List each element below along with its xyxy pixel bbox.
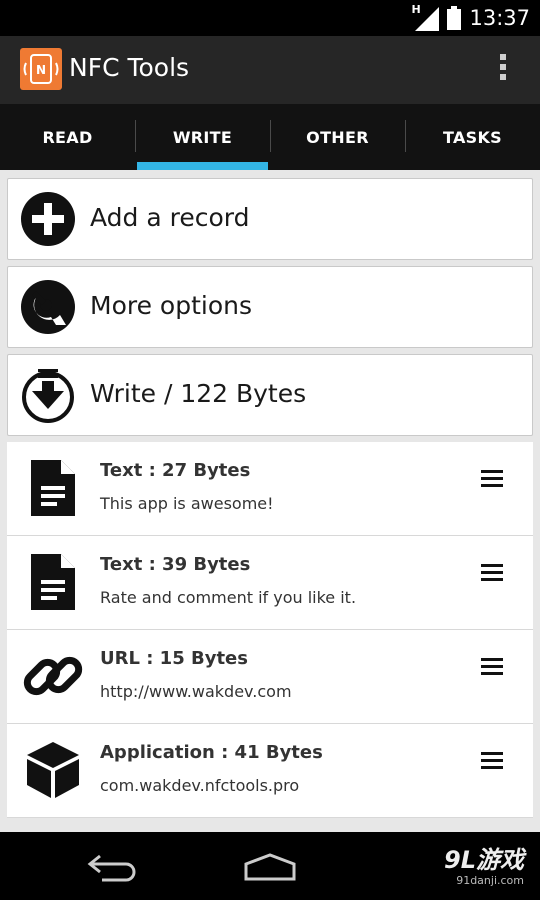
document-icon <box>31 554 75 610</box>
record-subtitle: This app is awesome! <box>100 494 274 513</box>
battery-icon <box>447 6 462 30</box>
record-subtitle: Rate and comment if you like it. <box>100 588 357 607</box>
download-circle-icon <box>22 369 74 423</box>
drag-handle-icon[interactable] <box>481 564 503 582</box>
plus-circle-icon <box>21 192 75 246</box>
record-title: Text : 27 Bytes <box>100 460 251 481</box>
record-item[interactable]: Text : 27 Bytes This app is awesome! <box>7 442 533 536</box>
write-content: Add a record More options Write / 122 By… <box>0 170 540 832</box>
drag-handle-icon[interactable] <box>481 658 503 676</box>
app-title: NFC Tools <box>69 53 190 82</box>
network-type-label: H <box>411 3 421 16</box>
write-label: Write / 122 Bytes <box>90 379 307 408</box>
status-bar: H 13:37 <box>0 0 540 36</box>
record-title: Application : 41 Bytes <box>100 742 323 763</box>
watermark: 9L游戏 91danji.com <box>444 848 524 887</box>
navigation-bar: 9L游戏 91danji.com <box>0 832 540 900</box>
signal-icon: H <box>411 3 440 31</box>
document-icon <box>31 460 75 516</box>
record-subtitle: com.wakdev.nfctools.pro <box>100 776 300 795</box>
action-bar: N NFC Tools <box>0 36 540 104</box>
record-item[interactable]: Application : 41 Bytes com.wakdev.nfctoo… <box>7 724 533 818</box>
back-icon[interactable] <box>86 852 140 882</box>
app-icon-letter: N <box>36 63 46 77</box>
tab-bar: READ WRITE OTHER TASKS <box>0 104 540 170</box>
status-time: 13:37 <box>469 6 530 30</box>
record-item[interactable]: Text : 39 Bytes Rate and comment if you … <box>7 536 533 630</box>
add-record-button[interactable]: Add a record <box>7 178 533 260</box>
write-button[interactable]: Write / 122 Bytes <box>7 354 533 436</box>
tab-write[interactable]: WRITE <box>135 104 270 170</box>
add-record-label: Add a record <box>90 203 250 232</box>
watermark-main: 9L游戏 <box>444 846 524 874</box>
app-logo-icon[interactable]: N <box>20 48 62 90</box>
status-icons: H 13:37 <box>411 0 530 36</box>
watermark-sub: 91danji.com <box>456 874 524 887</box>
drag-handle-icon[interactable] <box>481 752 503 770</box>
cube-icon <box>27 742 79 798</box>
records-list: Text : 27 Bytes This app is awesome! Tex… <box>7 442 533 818</box>
tab-read[interactable]: READ <box>0 104 135 170</box>
overflow-menu-icon[interactable] <box>498 54 508 84</box>
link-icon <box>23 656 83 696</box>
record-item[interactable]: URL : 15 Bytes http://www.wakdev.com <box>7 630 533 724</box>
tab-other[interactable]: OTHER <box>270 104 405 170</box>
wrench-icon <box>21 280 75 334</box>
record-title: URL : 15 Bytes <box>100 648 248 669</box>
tab-tasks[interactable]: TASKS <box>405 104 540 170</box>
record-subtitle: http://www.wakdev.com <box>100 682 292 701</box>
home-icon[interactable] <box>242 852 298 882</box>
more-options-button[interactable]: More options <box>7 266 533 348</box>
record-title: Text : 39 Bytes <box>100 554 251 575</box>
more-options-label: More options <box>90 291 252 320</box>
drag-handle-icon[interactable] <box>481 470 503 488</box>
